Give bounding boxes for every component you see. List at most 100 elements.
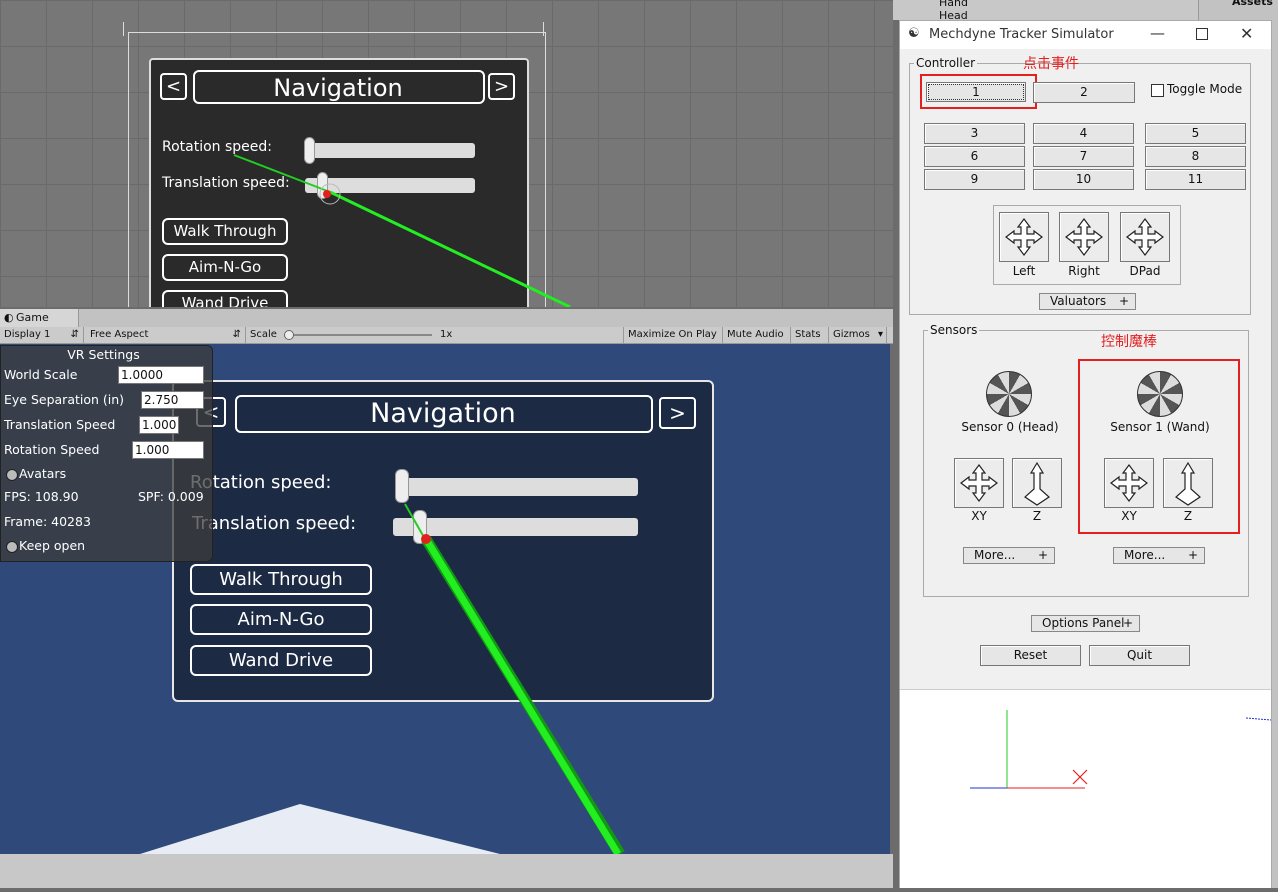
controller-button-3[interactable]: 3 — [924, 123, 1025, 144]
move-arrows-icon — [960, 464, 998, 502]
tracker-simulator-window: ☯ Mechdyne Tracker Simulator — ✕ Control… — [899, 20, 1272, 888]
game-tab-icon: ◐ — [4, 311, 14, 324]
keep-open-toggle[interactable] — [6, 541, 18, 553]
scale-value: 1x — [440, 329, 453, 340]
stats-toggle[interactable]: Stats — [791, 327, 829, 343]
axes-gizmo — [970, 710, 1272, 789]
keep-open-label: Keep open — [19, 538, 86, 553]
sensor-1-xy-button[interactable] — [1104, 458, 1154, 508]
scale-slider[interactable] — [286, 334, 432, 336]
display-select-label: Display 1 — [4, 329, 51, 340]
mute-audio-toggle[interactable]: Mute Audio — [723, 327, 791, 343]
aspect-select[interactable]: Free Aspect ⇵ — [86, 327, 246, 343]
sensor-0-xy-label: XY — [971, 509, 987, 523]
scale-control: Scale 1x — [246, 327, 624, 343]
corner-gizmo-icon — [543, 22, 552, 36]
quit-button[interactable]: Quit — [1089, 645, 1190, 666]
scene-view[interactable]: Navigation < > Rotation speed: Translati… — [0, 0, 893, 307]
translation-speed-label: Translation Speed — [4, 417, 116, 432]
sensor-0-z-button[interactable] — [1012, 458, 1062, 508]
sensor-1-z-label: Z — [1183, 509, 1193, 523]
close-icon[interactable]: ✕ — [1240, 24, 1253, 43]
more-label: More... — [1124, 548, 1166, 562]
z-arrow-icon — [1024, 461, 1050, 506]
sensor-0-label: Sensor 0 (Head) — [961, 420, 1059, 434]
controller-group-label: Controller — [914, 56, 978, 70]
more-label: More... — [974, 548, 1016, 562]
minimize-icon[interactable]: — — [1150, 24, 1165, 42]
right-pad-button[interactable] — [1059, 212, 1109, 262]
game-tab-label: Game — [16, 311, 49, 324]
window-title: Mechdyne Tracker Simulator — [929, 27, 1114, 42]
world-scale-field[interactable]: 1.0000 — [118, 366, 204, 384]
annotation-click-event: 点击事件 — [1023, 56, 1079, 72]
chevron-down-icon: ▾ — [877, 329, 883, 340]
sensor-0-more-button[interactable]: More... + — [963, 547, 1055, 564]
plus-icon: + — [1122, 616, 1133, 630]
eye-separation-field[interactable]: 2.750 — [141, 391, 204, 409]
left-pad-button[interactable] — [999, 212, 1049, 262]
options-panel-label: Options Panel — [1042, 616, 1125, 630]
toggle-mode-checkbox[interactable] — [1151, 84, 1164, 97]
controller-button-1[interactable]: 1 — [926, 82, 1026, 102]
avatars-toggle[interactable] — [6, 469, 18, 481]
game-toolbar: Display 1 ⇵ Free Aspect ⇵ Scale 1x Maximiz… — [0, 327, 893, 344]
app-icon: ☯ — [908, 26, 920, 41]
z-arrow-icon — [1175, 461, 1201, 506]
vr-settings-title: VR Settings — [67, 347, 140, 362]
valuators-button[interactable]: Valuators + — [1039, 293, 1136, 310]
translation-speed-field[interactable]: 1.000 — [139, 416, 179, 434]
corner-gizmo-icon — [123, 22, 132, 36]
maximize-on-play-toggle[interactable]: Maximize On Play — [624, 327, 723, 343]
sensor-1-more-button[interactable]: More... + — [1113, 547, 1205, 564]
sensor-1-z-button[interactable] — [1163, 458, 1213, 508]
hierarchy-item[interactable]: Hand — [939, 0, 968, 9]
controller-button-2[interactable]: 2 — [1033, 82, 1135, 103]
game-tab-bar: ◐ Game — [0, 309, 893, 327]
controller-button-6[interactable]: 6 — [924, 146, 1025, 167]
dpad-label: DPad — [1129, 264, 1161, 278]
sensors-group-label: Sensors — [928, 323, 980, 337]
controller-button-9[interactable]: 9 — [924, 169, 1025, 190]
maximize-icon[interactable] — [1196, 28, 1208, 40]
rotation-speed-field[interactable]: 1.000 — [132, 441, 204, 459]
plus-icon: + — [1118, 294, 1129, 308]
sensor-0-xy-button[interactable] — [954, 458, 1004, 508]
tracker-3d-preview — [900, 689, 1272, 888]
dpad-button[interactable] — [1120, 212, 1170, 262]
sensor-0-z-label: Z — [1032, 509, 1042, 523]
controller-button-5[interactable]: 5 — [1145, 123, 1246, 144]
valuators-label: Valuators — [1050, 294, 1107, 308]
sensor-1-label: Sensor 1 (Wand) — [1110, 420, 1210, 434]
rotation-speed-label: Rotation Speed — [4, 442, 100, 457]
move-arrows-icon — [1110, 464, 1148, 502]
frame-readout: Frame: 40283 — [4, 514, 91, 529]
right-pad-label: Right — [1068, 264, 1100, 278]
toggle-mode-label: Toggle Mode — [1167, 82, 1243, 96]
scale-label: Scale — [250, 329, 277, 340]
controller-button-10[interactable]: 10 — [1033, 169, 1134, 190]
title-bar: ☯ Mechdyne Tracker Simulator — ✕ — [900, 21, 1271, 49]
scale-slider-knob[interactable] — [284, 330, 294, 340]
eye-separation-label: Eye Separation (in) — [4, 392, 125, 407]
reset-button[interactable]: Reset — [980, 645, 1081, 666]
controller-button-7[interactable]: 7 — [1033, 146, 1134, 167]
fps-readout: FPS: 108.90 — [4, 489, 79, 504]
scene-laser — [233, 154, 571, 307]
sensor-0-ball-icon[interactable] — [986, 371, 1032, 417]
updown-icon: ⇵ — [70, 329, 79, 340]
gizmos-dropdown[interactable]: Gizmos ▾ — [829, 327, 887, 343]
options-panel-button[interactable]: Options Panel + — [1031, 615, 1140, 632]
plus-icon: + — [1187, 548, 1198, 562]
display-select[interactable]: Display 1 ⇵ — [0, 327, 84, 343]
move-arrows-icon — [1065, 218, 1103, 256]
controller-button-11[interactable]: 11 — [1145, 169, 1246, 190]
controller-button-4[interactable]: 4 — [1033, 123, 1134, 144]
avatars-label: Avatars — [19, 466, 67, 481]
sensor-1-ball-icon[interactable] — [1137, 371, 1183, 417]
spf-readout: SPF: 0.009 — [138, 489, 204, 504]
controller-button-8[interactable]: 8 — [1145, 146, 1246, 167]
gizmos-label: Gizmos — [833, 329, 870, 340]
assets-label[interactable]: Assets — [1232, 0, 1273, 8]
game-tab[interactable]: ◐ Game — [0, 309, 79, 327]
